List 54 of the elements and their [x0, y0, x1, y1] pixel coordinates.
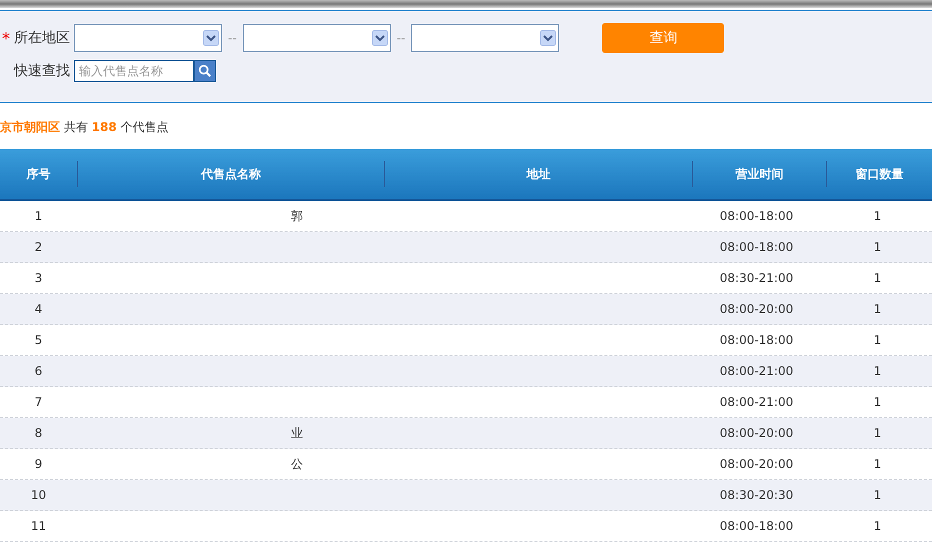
- table-cell: 1: [874, 519, 882, 533]
- table-cell: 08:00-18:00: [720, 240, 794, 254]
- table-cell: 1: [34, 209, 42, 223]
- table-cell: 08:00-21:00: [720, 364, 794, 378]
- table-cell: 10: [30, 488, 46, 502]
- table-cell: 1: [874, 333, 882, 347]
- separator: --: [396, 31, 406, 45]
- column-header: 代售点名称: [201, 166, 261, 182]
- table-cell: 08:00-18:00: [720, 209, 794, 223]
- search-button[interactable]: [194, 60, 216, 82]
- table-cell: 1: [874, 209, 882, 223]
- table-cell: 9: [34, 457, 42, 471]
- table-cell: 11: [30, 519, 46, 533]
- table-cell: 1: [874, 271, 882, 285]
- table-cell: 08:30-20:30: [720, 488, 794, 502]
- table-cell: 业: [291, 424, 303, 442]
- table-cell: 08:00-21:00: [720, 395, 794, 409]
- search-label: 快速查找: [14, 62, 70, 80]
- table-cell: 2: [34, 240, 42, 254]
- table-cell: 1: [874, 395, 882, 409]
- column-header: 窗口数量: [856, 166, 904, 182]
- search-field[interactable]: 输入代售点名称: [74, 60, 194, 82]
- table-cell: 5: [34, 333, 42, 347]
- table-cell: 1: [874, 457, 882, 471]
- column-header: 地址: [526, 166, 550, 182]
- region-label: 所在地区: [14, 29, 70, 47]
- table-cell: 08:00-20:00: [720, 457, 794, 471]
- table-cell: 1: [874, 364, 882, 378]
- table-cell: 08:30-21:00: [720, 271, 794, 285]
- region-select[interactable]: [74, 24, 222, 52]
- table-cell: 公: [291, 456, 303, 472]
- table-cell: 3: [34, 271, 42, 285]
- separator: --: [228, 31, 237, 45]
- result-summary: 京市朝阳区 共有 188 个代售点: [0, 119, 170, 136]
- region-select[interactable]: [411, 24, 560, 52]
- table-cell: 08:00-18:00: [720, 519, 794, 533]
- table-cell: 郭: [291, 208, 303, 224]
- table-cell: 7: [34, 395, 42, 409]
- column-header: 序号: [26, 166, 50, 182]
- table-cell: 8: [34, 426, 42, 440]
- table-cell: 1: [874, 488, 882, 502]
- table-cell: 08:00-20:00: [720, 302, 794, 316]
- table-cell: 08:00-20:00: [720, 426, 794, 440]
- table-cell: 1: [874, 240, 882, 254]
- table-cell: 6: [34, 364, 42, 378]
- query-button[interactable]: 查询: [602, 23, 724, 53]
- region-select[interactable]: [242, 24, 391, 52]
- table-cell: 1: [874, 302, 882, 316]
- table-cell: 4: [34, 302, 42, 316]
- table-cell: 1: [874, 426, 882, 440]
- required-mark: *: [1, 28, 11, 48]
- table-cell: 08:00-18:00: [720, 333, 794, 347]
- search-icon: [198, 64, 212, 78]
- column-header: 营业时间: [736, 166, 784, 182]
